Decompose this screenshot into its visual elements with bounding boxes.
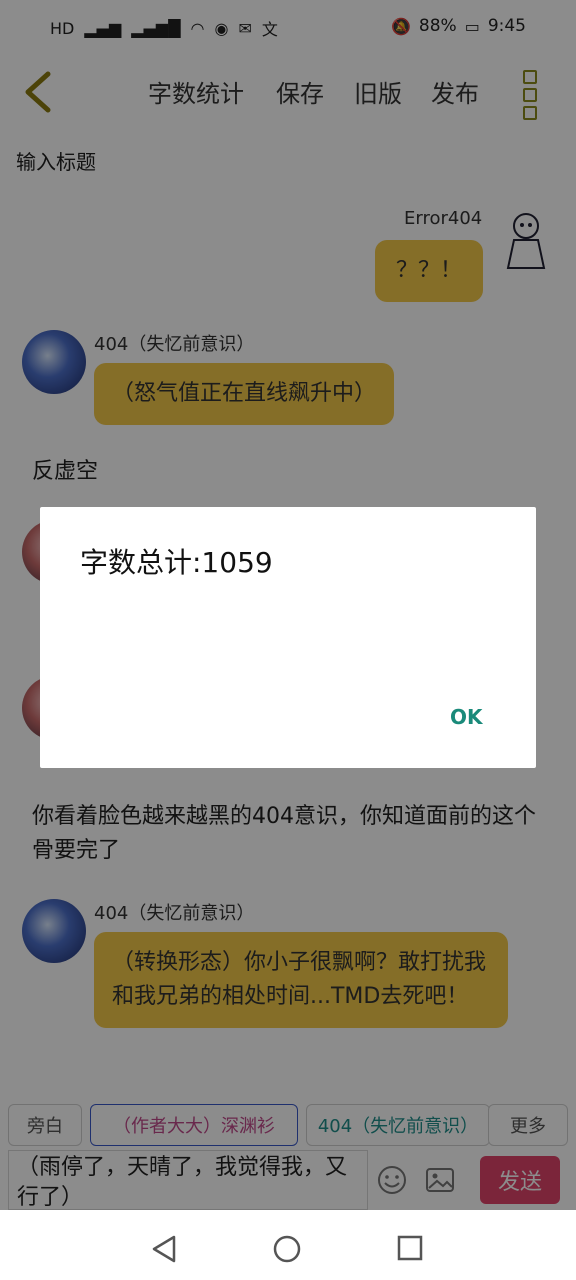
recents-nav-icon[interactable] bbox=[396, 1234, 424, 1262]
home-nav-icon[interactable] bbox=[272, 1234, 302, 1264]
back-nav-icon[interactable] bbox=[150, 1234, 178, 1264]
system-nav-bar bbox=[0, 1210, 576, 1280]
word-count-dialog: 字数总计:1059 OK bbox=[40, 507, 536, 768]
dialog-title: 字数总计:1059 bbox=[80, 546, 273, 579]
ok-button[interactable]: OK bbox=[450, 705, 483, 729]
